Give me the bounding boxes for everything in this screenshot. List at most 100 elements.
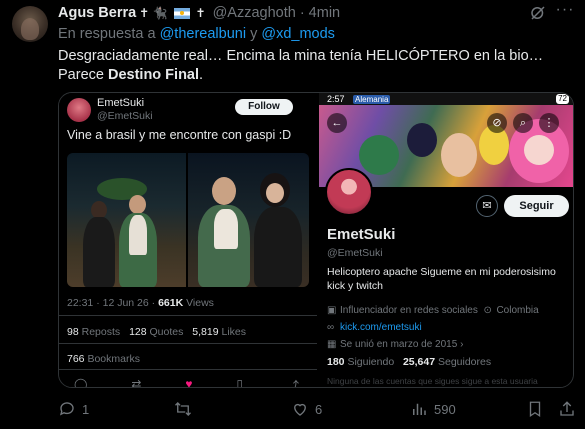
embedded-stats-views: 661K (158, 297, 184, 309)
embedded-heart-icon: ♥ (185, 377, 193, 388)
briefcase-icon: ▣ (327, 305, 337, 316)
embedded-follow-button: Follow (235, 99, 293, 115)
profile-bio: Helicoptero apache Sigueme en mi poderos… (327, 266, 556, 292)
faded-text: Ninguna de las cuentas que sigues sigue … (327, 376, 538, 386)
embedded-bookmark-icon: ▯ (236, 377, 244, 388)
search-icon: ⌕ (513, 113, 533, 133)
embedded-stats: 22:31 · 12 Jun 26 · 661K Views (67, 297, 214, 309)
message-icon: ✉ (476, 195, 498, 217)
tweet-text-post: . (199, 67, 204, 83)
reply-count: 1 (82, 401, 90, 417)
embedded-share-icon: ⤴ (286, 379, 299, 388)
divider (59, 369, 317, 370)
embedded-quotes-label: Quotes (149, 326, 184, 338)
author-badge-end: ✝ (195, 6, 206, 20)
profile-location: Colombia (496, 305, 539, 316)
tweet-text: Desgraciadamente real… Encima la mina te… (58, 47, 573, 85)
calendar-icon: ▦ (327, 339, 337, 350)
heart-icon (294, 403, 306, 416)
grok-icon[interactable] (529, 4, 547, 22)
embedded-reposts-label: Reposts (81, 326, 121, 338)
followers-count: 25,647 (402, 356, 436, 368)
profile-link: kick.com/emetsuki (340, 322, 422, 333)
views-button[interactable]: 590 (410, 400, 456, 418)
tweet-timestamp[interactable]: 4min (309, 5, 340, 21)
tweet-media[interactable]: EmetSuki @EmetSuki Follow Vine a brasil … (58, 92, 574, 388)
profile-follow-counts: 180 Siguiendo 25,647 Seguidores (327, 356, 491, 368)
author-handle[interactable]: @Azzaghoth (213, 5, 296, 21)
share-icon (560, 401, 574, 416)
embedded-photo-1 (67, 153, 186, 287)
divider (59, 343, 317, 344)
location-icon: ⊙ (483, 305, 492, 316)
profile-joined-row: ▦ Se unió en marzo de 2015 › (327, 339, 464, 350)
views-count: 590 (434, 401, 456, 417)
embedded-avatar (67, 98, 91, 122)
status-carrier: Alemania (353, 95, 391, 104)
reply-icon (59, 402, 74, 416)
argentina-flag-icon (173, 7, 190, 19)
embedded-tweet-text: Vine a brasil y me encontre con gaspi :D (67, 128, 292, 142)
embedded-quotes: 128 (129, 326, 147, 338)
profile-name: EmetSuki (327, 226, 396, 243)
like-button[interactable]: 6 (291, 400, 322, 418)
repost-button[interactable] (174, 400, 198, 418)
media-image-left[interactable]: EmetSuki @EmetSuki Follow Vine a brasil … (59, 93, 317, 388)
profile-joined: Se unió en marzo de 2015 (340, 339, 458, 350)
profile-handle: @EmetSuki (327, 247, 383, 259)
reply-mention-2[interactable]: @xd_mods (261, 26, 335, 42)
more-icon: ⋮ (539, 113, 559, 133)
embedded-likes-label: Likes (221, 326, 247, 338)
embedded-reposts: 98 (67, 326, 79, 338)
embedded-name: EmetSuki (97, 97, 145, 109)
share-button[interactable] (558, 400, 576, 418)
bookmark-icon (529, 401, 541, 418)
views-icon (413, 403, 426, 415)
profile-link-row: ∞ kick.com/emetsuki (327, 322, 422, 333)
embedded-stats-views-label: Views (183, 297, 214, 309)
embedded-repost-icon: ⇄ (131, 377, 142, 388)
author-name[interactable]: Agus Berra (58, 5, 136, 21)
repost-icon (175, 402, 191, 416)
back-arrow-icon: ← (327, 113, 347, 133)
embedded-reply-icon: ◯ (74, 377, 88, 388)
grok-icon: ⊘ (487, 113, 507, 133)
separator-dot: · (299, 5, 305, 21)
more-options-icon[interactable]: ··· (555, 2, 575, 22)
reply-mention-1[interactable]: @therealbuni (160, 26, 246, 42)
divider (59, 315, 317, 316)
profile-follow-button: Seguir (504, 195, 569, 217)
author-avatar[interactable] (12, 6, 48, 42)
embedded-likes: 5,819 (192, 326, 219, 338)
followers-label: Seguidores (437, 356, 492, 368)
media-image-right[interactable]: 2:57 Alemania 72 ← ⊘ ⌕ ⋮ ✉ Seguir EmetSu… (319, 93, 573, 387)
tweet-header: Agus Berra ✝ 🐈‍⬛ ✝ @Azzaghoth · 4min (58, 4, 340, 22)
replying-prefix: En respuesta a (58, 26, 156, 42)
tweet-text-line1: Desgraciadamente real… Encima la mina te… (58, 48, 544, 64)
tweet-text-bold: Destino Final (107, 67, 200, 83)
tweet-text-pre: Parece (58, 67, 108, 83)
profile-avatar (325, 168, 373, 216)
embedded-bookmarks: 766 Bookmarks (67, 353, 140, 365)
embedded-stats-time: 22:31 · 12 Jun 26 · (67, 297, 159, 309)
embedded-handle: @EmetSuki (97, 110, 153, 122)
status-time: 2:57 (327, 94, 345, 104)
tweet-actions: 1 6 590 (58, 400, 578, 422)
tweet-text-line2: Parece Destino Final. (58, 66, 573, 85)
replying-to: En respuesta a @therealbuni y @xd_mods (58, 26, 335, 42)
reply-button[interactable]: 1 (58, 400, 89, 418)
battery-indicator: 72 (556, 94, 569, 104)
embedded-bookmarks-count: 766 (67, 353, 85, 365)
embedded-photo-2 (188, 153, 309, 287)
profile-category-location: ▣ Influenciador en redes sociales ⊙ Colomb… (327, 305, 539, 316)
phone-status-bar: 2:57 Alemania 72 (319, 93, 573, 105)
author-badges: ✝ 🐈‍⬛ (139, 6, 168, 20)
embedded-counts: 98 Reposts 128 Quotes 5,819 Likes (67, 326, 246, 338)
profile-category: Influenciador en redes sociales (340, 305, 478, 316)
embedded-bookmarks-label: Bookmarks (87, 353, 140, 365)
bookmark-button[interactable] (526, 400, 544, 418)
replying-joiner: y (250, 26, 258, 42)
following-label: Siguiendo (347, 356, 395, 368)
embedded-actions: ◯ ⇄ ♥ ▯ ⤴ (74, 377, 299, 388)
like-count: 6 (315, 401, 323, 417)
